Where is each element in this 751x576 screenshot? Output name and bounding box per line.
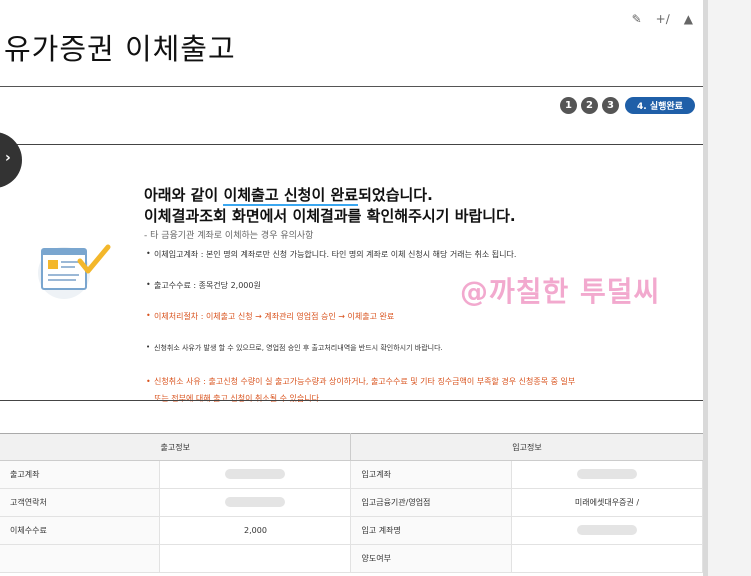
headline-pre: 아래와 같이 (144, 186, 224, 204)
title-divider (0, 86, 703, 87)
table-row: 고객연락처 입고금융기관/영업점 미래에셋대우증권 / (0, 488, 704, 517)
step-1: 1 (560, 97, 577, 114)
completion-message: 아래와 같이 이체출고 신청이 완료되었습니다. 이체결과조회 화면에서 이체결… (144, 185, 516, 227)
chevron-right-icon: › (5, 150, 11, 166)
out-info-header: 출고정보 (0, 433, 352, 461)
notice-item-line: 또는 전부에 대해 출고 신청이 취소될 수 있습니다. (154, 394, 322, 403)
headline-highlight: 이체출고 신청이 완료 (223, 186, 359, 206)
empty-label (0, 544, 161, 573)
empty-value (159, 544, 352, 573)
completion-line-2: 이체결과조회 화면에서 이체결과를 확인해주시기 바랍니다. (144, 207, 516, 225)
headline-post: 되었습니다. (358, 186, 433, 204)
in-institution-value: 미래에셋대우증권 / (511, 488, 704, 517)
in-account-label: 입고계좌 (350, 460, 512, 489)
notice-item-line: 신청취소 사유 : 출고신청 수량이 실 출고가능수량과 상이하거나, 출고수수… (154, 377, 576, 386)
in-account-name-label: 입고 계좌명 (350, 516, 512, 545)
redacted-value (225, 468, 286, 479)
fee-value: 2,000 (159, 516, 352, 545)
contact-value (159, 488, 352, 517)
out-account-label: 출고계좌 (0, 460, 161, 489)
in-institution-label: 입고금융기관/영업점 (350, 488, 512, 517)
notice-item: 이체입고계좌 : 본인 명의 계좌로만 신청 가능합니다. 타인 명의 계좌로 … (146, 249, 686, 260)
memo-icon[interactable]: ✎ (632, 12, 642, 26)
document-check-icon (38, 244, 111, 299)
table-header-row: 출고정보 입고정보 (0, 433, 703, 461)
font-size-icon[interactable]: ▲ (684, 12, 693, 26)
transfer-info-table: 출고정보 입고정보 출고계좌 입고계좌 고객연락처 입고금융기관/영업점 미래에… (0, 433, 704, 573)
out-account-value (159, 460, 352, 489)
watermark: @까칠한 투덜씨 (460, 275, 661, 308)
redacted-value (225, 496, 286, 507)
table-row: 출고계좌 입고계좌 (0, 460, 704, 489)
notice-top-divider (0, 144, 703, 145)
step-indicator: 1 2 3 4. 실행완료 (560, 97, 695, 114)
completion-line-1: 아래와 같이 이체출고 신청이 완료되었습니다. (144, 185, 516, 206)
page-title: 유가증권 이체출고 (4, 32, 236, 66)
step-2: 2 (581, 97, 598, 114)
in-account-value (511, 460, 704, 489)
notice-item: 신청취소 사유 : 출고신청 수량이 실 출고가능수량과 상이하거나, 출고수수… (146, 373, 686, 407)
transfer-status-value (511, 544, 704, 573)
table-row: 이체수수료 2,000 입고 계좌명 (0, 516, 704, 545)
in-info-header: 입고정보 (350, 433, 703, 461)
notice-caption: - 타 금융기관 계좌로 이체하는 경우 유의사항 (144, 231, 314, 241)
notice-item: 신청취소 사유가 발생 할 수 있으므로, 영업점 승인 후 출고처리내역을 반… (146, 343, 686, 353)
redacted-value (576, 524, 637, 535)
step-4-active: 4. 실행완료 (625, 97, 695, 114)
main-content: ✎ +∕ ▲ 유가증권 이체출고 1 2 3 4. 실행완료 › 아래와 같이 … (0, 0, 704, 576)
notice-bottom-divider (0, 400, 703, 401)
in-account-name-value (511, 516, 704, 545)
scrollbar-area (703, 0, 751, 576)
top-toolbar: ✎ +∕ ▲ (632, 12, 693, 26)
step-3: 3 (602, 97, 619, 114)
calculator-icon[interactable]: +∕ (656, 12, 670, 26)
fee-label: 이체수수료 (0, 516, 161, 545)
contact-label: 고객연락처 (0, 488, 161, 517)
side-panel-toggle[interactable]: › (0, 132, 22, 188)
redacted-value (576, 468, 637, 479)
transfer-status-label: 양도여부 (350, 544, 512, 573)
table-row: 양도여부 (0, 544, 704, 573)
scrollbar[interactable] (703, 0, 708, 576)
notice-item: 이체처리절차 : 이체출고 신청 → 계좌관리 영업점 승인 → 이체출고 완료 (146, 311, 686, 322)
